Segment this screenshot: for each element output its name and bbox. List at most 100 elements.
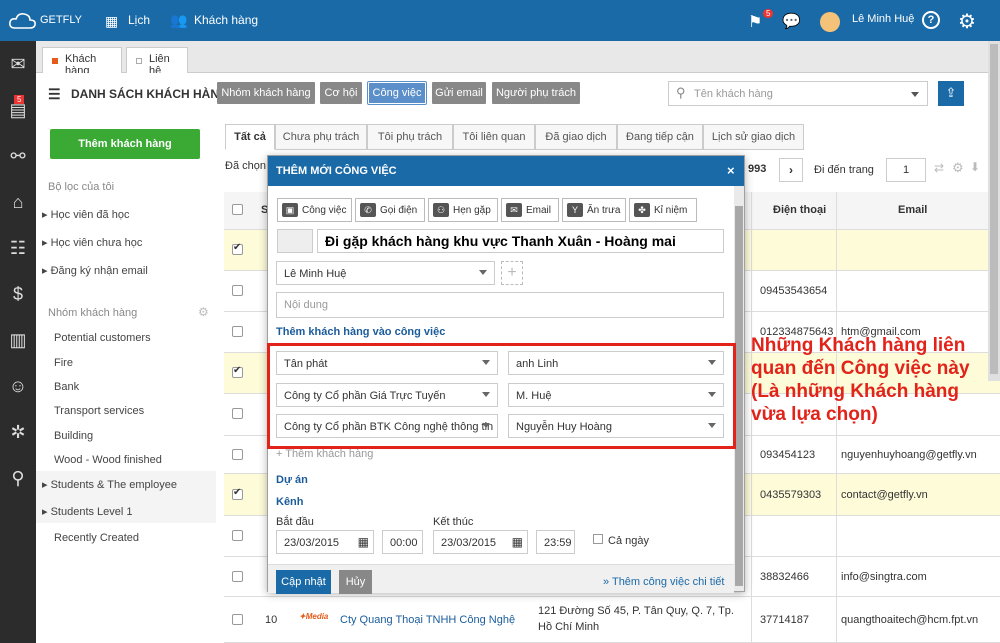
row-checkbox[interactable] [232,614,243,625]
channel-label[interactable]: Kênh [276,496,304,508]
row-checkbox[interactable] [232,530,243,541]
group-item[interactable]: ▸ Students Level 1 [42,505,133,518]
total-count: 993 [748,163,767,175]
search-box[interactable]: ⚲ Tên khách hàng [668,81,928,106]
search-icon[interactable]: ⚲ [0,455,36,501]
tab-all[interactable]: Tất cả [225,124,275,150]
email-cell[interactable]: contact@getfly.vn [841,489,928,501]
email-cell[interactable]: nguyenhuyhoang@getfly.vn [841,449,977,461]
tab-mine[interactable]: Tôi phụ trách [367,124,453,150]
notes-icon[interactable]: ▤ 5 [0,87,36,133]
end-time-input[interactable]: 23:59 [536,530,575,554]
customer-group-button[interactable]: Nhóm khách hàng [217,82,315,104]
columns-icon[interactable]: ⇄ [934,161,944,175]
tab-unassigned[interactable]: Chưa phụ trách [275,124,367,150]
type-task-tab[interactable]: ▣ Công việc [277,198,352,222]
row-checkbox[interactable] [232,449,243,460]
row-checkbox[interactable] [232,487,243,500]
presentation-icon[interactable]: ⌂ [0,179,36,225]
row-checkbox[interactable] [232,285,243,296]
tab-approaching[interactable]: Đang tiếp cận [617,124,703,150]
group-item[interactable]: Transport services [54,405,144,417]
user-name[interactable]: Lê Minh Huệ [852,13,914,25]
end-date-input[interactable]: 23/03/2015 ▦ [433,530,528,554]
settings-icon[interactable]: ⚙ [952,160,964,176]
flag-icon[interactable]: ⚑ [748,12,762,32]
group-item[interactable]: Recently Created [54,532,139,544]
cancel-button[interactable]: Hủy [339,570,372,594]
group-item[interactable]: Potential customers [54,332,151,344]
start-time-input[interactable]: 00:00 [382,530,423,554]
company-name-link[interactable]: Cty Quang Thoại TNHH Công Nghệ [340,614,515,626]
type-label: Ăn trưa [587,204,621,216]
save-button[interactable]: Cập nhật [276,570,331,594]
tab-contacts[interactable]: Liên hệ [126,47,188,77]
tab-history[interactable]: Lịch sử giao dịch [703,124,804,150]
mail-icon[interactable]: ✉ [0,41,36,87]
content-input[interactable]: Nội dung [276,292,724,318]
modal-scroll-thumb[interactable] [735,206,743,586]
more-details-link[interactable]: » Thêm công việc chi tiết [603,576,724,588]
logo-text[interactable]: GETFLY [40,14,82,26]
chat-icon[interactable]: 💬 [782,12,801,30]
tab-customers[interactable]: Khách hàng [42,47,122,77]
type-label: Gọi điện [380,204,418,216]
money-bag-icon[interactable]: $ [0,271,36,317]
filter-item[interactable]: ▸ Đăng ký nhận email [42,264,148,277]
email-cell[interactable]: quangthoaitech@hcm.fpt.vn [841,614,978,626]
help-icon[interactable]: ? [922,11,940,29]
table-icon[interactable]: ☷ [0,225,36,271]
opportunity-button[interactable]: Cơ hội [320,82,362,104]
group-settings-icon[interactable]: ⚙ [198,305,209,319]
gear-icon[interactable]: ⚙ [958,9,976,34]
nav-calendar[interactable]: Lịch [128,13,150,27]
tab-transacted[interactable]: Đã giao dịch [535,124,617,150]
add-assignee-button[interactable]: + [501,261,523,285]
download-icon[interactable]: ⬇ [970,160,980,174]
task-name-input[interactable]: Đi gặp khách hàng khu vực Thanh Xuân - H… [317,229,724,253]
email-cell[interactable]: info@singtra.com [841,571,927,583]
avatar[interactable] [820,12,840,32]
share-icon[interactable]: ✲ [0,409,36,455]
menu-icon[interactable]: ☰ [48,86,61,103]
all-day-checkbox[interactable] [593,534,603,544]
row-checkbox[interactable] [232,571,243,582]
nav-customers[interactable]: Khách hàng [194,13,258,27]
select-all-checkbox[interactable] [232,204,243,215]
page-scroll-thumb[interactable] [990,44,998,374]
filter-item[interactable]: ▸ Học viên đã học [42,208,129,221]
group-item[interactable]: Bank [54,381,79,393]
row-checkbox[interactable] [232,365,243,378]
filter-item[interactable]: ▸ Học viên chưa học [42,236,142,249]
type-lunch-tab[interactable]: Y Ăn trưa [562,198,626,222]
owner-button[interactable]: Người phụ trách [492,82,580,104]
export-button[interactable]: ⇪ [938,81,964,106]
type-anniversary-tab[interactable]: ✤ Kỉ niệm [629,198,697,222]
group-item[interactable]: Fire [54,357,73,369]
table-row[interactable]: 10 ✦Media Cty Quang Thoại TNHH Công Nghệ… [224,597,1000,643]
building-icon[interactable]: ▥ [0,317,36,363]
next-page-button[interactable]: › [779,158,803,182]
assignee-select[interactable]: Lê Minh Huệ [276,261,495,285]
start-date-input[interactable]: 23/03/2015 ▦ [276,530,374,554]
type-call-tab[interactable]: ✆ Gọi điện [355,198,425,222]
network-icon[interactable]: ⚯ [0,133,36,179]
people-icon[interactable]: ☺ [0,363,36,409]
row-checkbox[interactable] [232,408,243,419]
add-customer-link[interactable]: + Thêm khách hàng [276,448,373,460]
add-customer-button[interactable]: Thêm khách hàng [50,129,200,159]
close-icon[interactable]: × [727,163,735,178]
task-button[interactable]: Công việc [367,81,427,105]
tab-related[interactable]: Tôi liên quan [453,124,535,150]
type-meeting-tab[interactable]: ⚇ Hẹn gặp [428,198,498,222]
type-email-tab[interactable]: ✉ Email [501,198,559,222]
send-email-button[interactable]: Gửi email [432,82,486,104]
group-item[interactable]: Wood - Wood finished [54,454,162,466]
page-input[interactable]: 1 [886,158,926,182]
group-item[interactable]: ▸ Students & The employee [42,478,177,491]
row-checkbox[interactable] [232,242,243,255]
project-label[interactable]: Dự án [276,474,308,486]
color-picker[interactable] [277,229,313,253]
row-checkbox[interactable] [232,326,243,337]
group-item[interactable]: Building [54,430,93,442]
